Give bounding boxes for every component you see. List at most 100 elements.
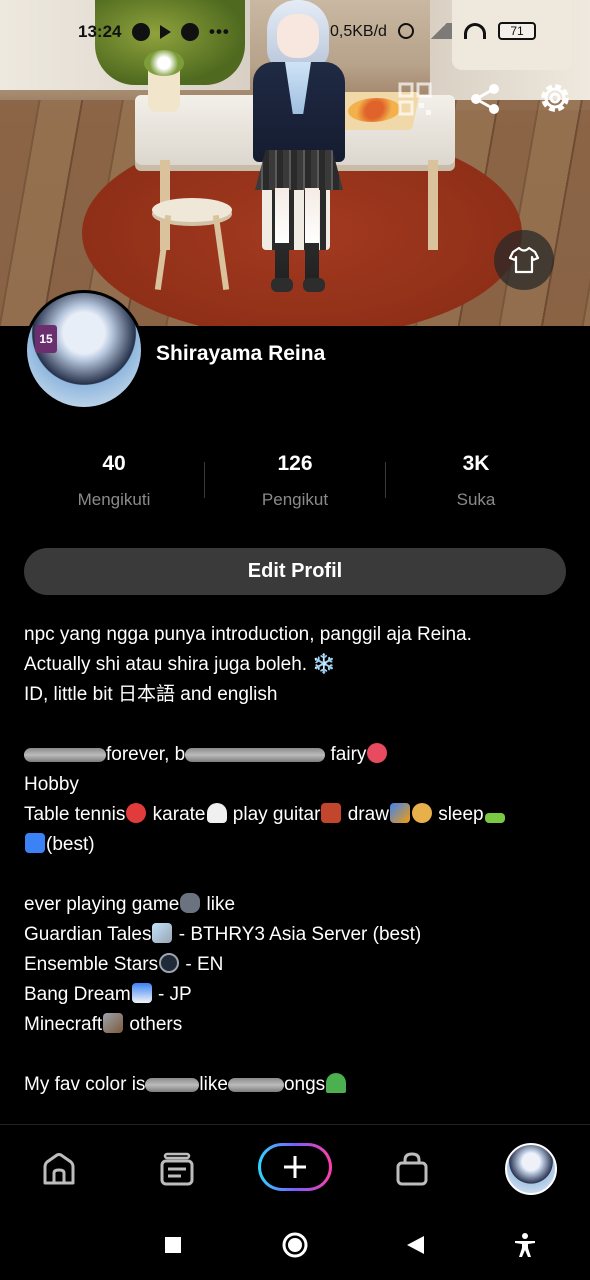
- bio-line: npc yang ngga punya introduction, panggi…: [24, 624, 472, 645]
- bio-text: (best): [46, 834, 95, 855]
- stat-followers[interactable]: 126 Pengikut: [205, 448, 385, 518]
- martial-arts-emoji-icon: [206, 803, 227, 823]
- nav-create-button[interactable]: [258, 1143, 332, 1191]
- avatar-badge: 15: [35, 325, 57, 353]
- share-icon: [471, 84, 499, 114]
- flower-pot: [144, 50, 184, 112]
- bio-line-hobbies: Table tennis karate play guitar draw sle…: [24, 800, 569, 830]
- recents-square-icon: [165, 1237, 181, 1253]
- bio-line: ever playing game like: [24, 890, 569, 920]
- qr-code-icon: [398, 82, 432, 116]
- home-circle-icon: [282, 1232, 308, 1258]
- paintbrush-emoji-icon: [389, 803, 410, 823]
- create-plus-icon: [284, 1156, 306, 1178]
- home-icon: [43, 1153, 75, 1185]
- zzz-emoji-icon: [25, 833, 45, 853]
- bio-line: Hobby: [24, 774, 79, 795]
- stat-followers-count: 126: [277, 452, 313, 475]
- bio-text: Guardian Tales: [24, 924, 152, 945]
- settings-button[interactable]: [532, 74, 578, 122]
- system-icons: 71: [398, 22, 536, 40]
- bio-text: Ensemble Stars: [24, 954, 159, 975]
- battery-icon: 71: [498, 22, 536, 40]
- nav-shop[interactable]: [386, 1143, 438, 1195]
- bio-line: Actually shi atau shira juga boleh. ❄️: [24, 654, 336, 675]
- wifi-icon: [464, 23, 486, 39]
- bio-text: - EN: [180, 954, 224, 975]
- game-controller-emoji-icon: [180, 893, 201, 913]
- stat-likes-count: 3K: [462, 452, 490, 475]
- bio-text: ever playing game: [24, 894, 180, 915]
- system-back-button[interactable]: [400, 1230, 430, 1260]
- redaction-scribble: [24, 747, 106, 762]
- nav-profile-avatar[interactable]: [505, 1143, 557, 1195]
- emoji-icon: [367, 743, 388, 763]
- stat-followers-label: Pengikut: [261, 490, 329, 509]
- profile-username: Shirayama Reina: [156, 342, 326, 365]
- qr-code-button[interactable]: [392, 76, 438, 122]
- stat-following[interactable]: 40 Mengikuti: [24, 448, 204, 518]
- seedling-emoji-icon: [326, 1073, 347, 1093]
- guitar-emoji-icon: [321, 803, 342, 823]
- redaction-scribble: [227, 1077, 284, 1092]
- bio-text: - BTHRY3 Asia Server (best): [173, 924, 422, 945]
- sword-emoji-icon: [152, 923, 173, 943]
- bio-text: like: [199, 1074, 228, 1095]
- bio-text: sleep: [432, 804, 484, 825]
- bio-text: Minecraft: [24, 1014, 103, 1035]
- bio-line: ID, little bit 日本語 and english: [24, 684, 278, 705]
- profile-room-scene: 13:24 ••• 0,5KB/d 71: [0, 0, 590, 326]
- stat-likes-label: Suka: [456, 490, 496, 509]
- stat-following-count: 40: [102, 452, 126, 475]
- bio-text: others: [124, 1014, 183, 1035]
- bio-gap: [24, 860, 569, 890]
- system-home-button[interactable]: [280, 1230, 310, 1260]
- profile-avatar[interactable]: 15: [24, 290, 144, 410]
- nav-home[interactable]: [33, 1143, 85, 1195]
- drum-emoji-icon: [131, 983, 152, 1003]
- redaction-scribble: [145, 1077, 200, 1092]
- play-icon: [160, 25, 171, 39]
- nav-feed[interactable]: [151, 1143, 203, 1195]
- bottom-navigation: [0, 1124, 590, 1212]
- feed-icon: [160, 1152, 194, 1186]
- bio-line-redacted: forever, b fairy: [24, 740, 569, 770]
- bio-text: - JP: [152, 984, 192, 1005]
- bio-line: Ensemble Stars - EN: [24, 950, 569, 980]
- share-button[interactable]: [462, 76, 508, 122]
- bio-line: (best): [24, 830, 569, 860]
- signal-icon: [426, 23, 452, 39]
- recents-button[interactable]: [158, 1230, 188, 1260]
- stat-following-label: Mengikuti: [77, 490, 151, 509]
- network-speed: 0,5KB/d: [330, 23, 387, 40]
- ping-pong-emoji-icon: [126, 803, 147, 823]
- stat-likes[interactable]: 3K Suka: [386, 448, 566, 518]
- bio-text: Table tennis: [24, 804, 126, 825]
- bio-gap: [24, 1040, 569, 1070]
- status-bar: 13:24 ••• 0,5KB/d 71: [0, 18, 590, 50]
- bio-gap: [24, 710, 569, 740]
- app-notification-icon: [181, 23, 199, 41]
- pickaxe-emoji-icon: [103, 1013, 124, 1033]
- bio-line: Bang Dream - JP: [24, 980, 569, 1010]
- profile-bio: npc yang ngga punya introduction, panggi…: [24, 620, 569, 1100]
- bio-text: karate: [147, 804, 206, 825]
- notification-icons: •••: [132, 22, 230, 42]
- bio-line-redacted: My fav color is like ongs: [24, 1070, 569, 1100]
- outfit-button[interactable]: [494, 230, 554, 290]
- edit-profile-button[interactable]: Edit Profil: [24, 548, 566, 595]
- bio-line: Guardian Tales - BTHRY3 Asia Server (bes…: [24, 920, 569, 950]
- bio-text: forever, b: [106, 744, 186, 765]
- bio-text: like: [201, 894, 236, 915]
- alarm-icon: [398, 23, 414, 39]
- more-notifications-icon: •••: [209, 22, 230, 41]
- gear-icon: [541, 84, 569, 112]
- back-triangle-icon: [407, 1236, 424, 1254]
- system-navigation-bar: [0, 1212, 590, 1280]
- headphones-emoji-icon: [159, 953, 180, 973]
- bio-line: Minecraft others: [24, 1010, 569, 1040]
- bio-text: draw: [342, 804, 389, 825]
- shop-bag-icon: [396, 1152, 428, 1186]
- accessibility-button[interactable]: [510, 1230, 540, 1260]
- bio-text: My fav color is: [24, 1074, 146, 1095]
